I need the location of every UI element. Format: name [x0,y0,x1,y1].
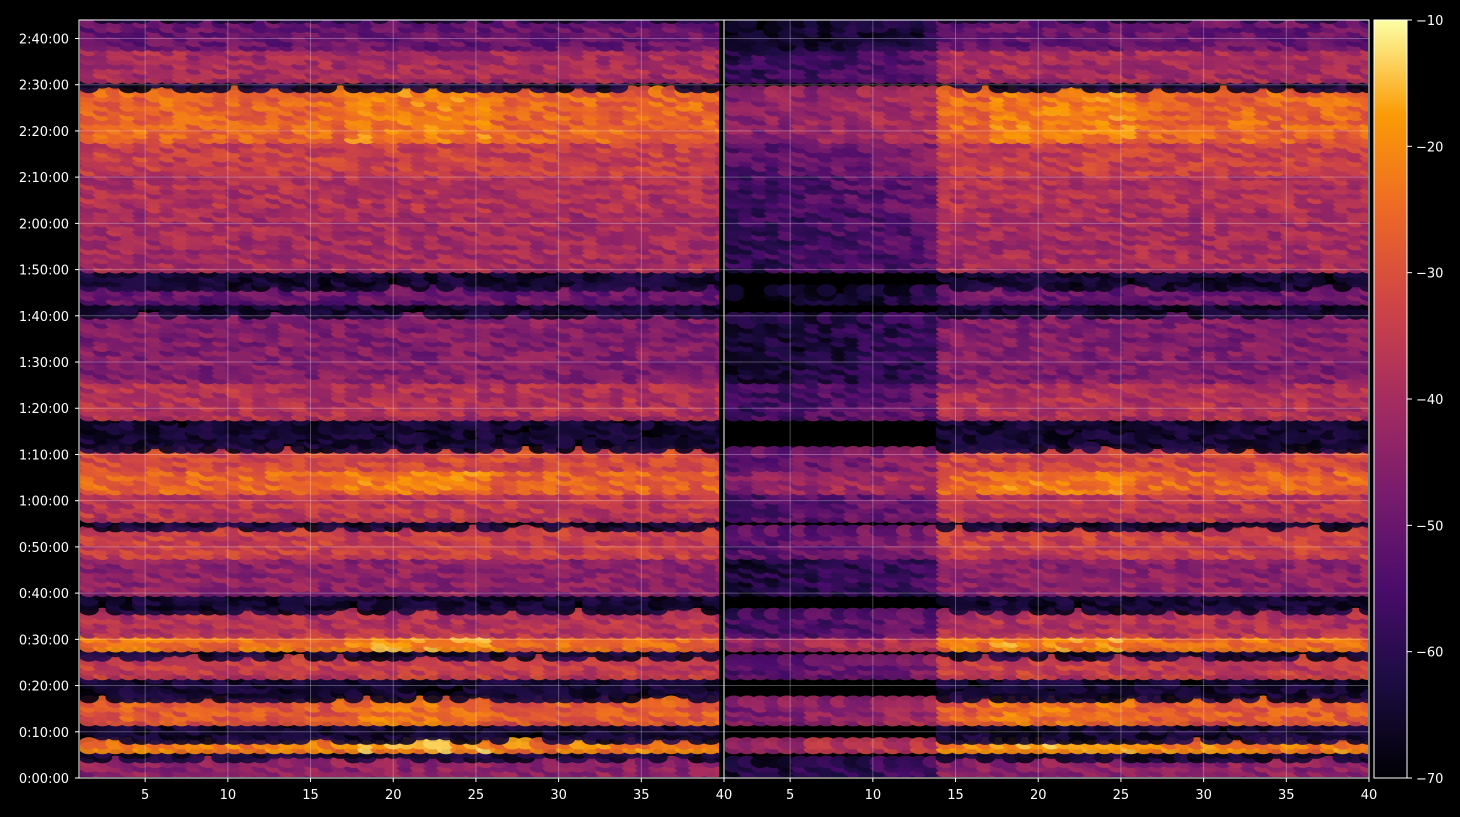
spectrogram-chart: 0:00:000:10:000:20:000:30:000:40:000:50:… [19,14,1444,803]
heatmap-cell [80,690,99,704]
left-panel-heatmap [80,20,719,777]
heatmap-cell [422,690,443,704]
